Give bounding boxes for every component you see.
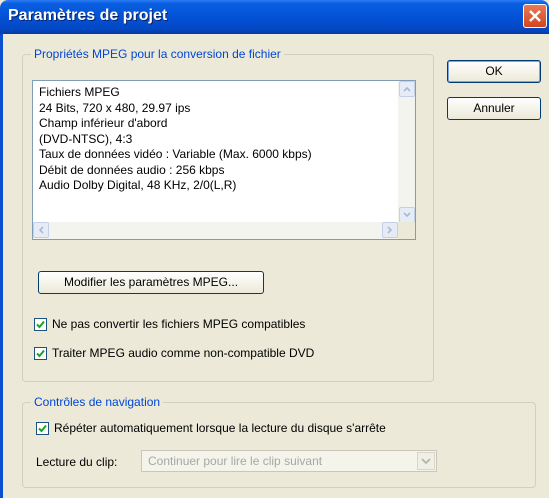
horizontal-scrollbar[interactable] (33, 222, 398, 239)
navigation-group-legend: Contrôles de navigation (31, 395, 164, 409)
ok-button[interactable]: OK (447, 60, 541, 83)
clip-playback-value: Continuer pour lire le clip suivant (148, 454, 323, 468)
mpeg-group-legend: Propriétés MPEG pour la conversion de fi… (31, 47, 284, 61)
modify-mpeg-button[interactable]: Modifier les paramètres MPEG... (38, 271, 264, 294)
mpeg-info-line: Fichiers MPEG (39, 85, 120, 99)
checkmark-icon (38, 424, 47, 433)
scroll-left-button[interactable] (33, 222, 49, 238)
mpeg-info-line: (DVD-NTSC), 4:3 (39, 131, 133, 146)
close-button[interactable] (523, 4, 547, 28)
chevron-left-icon (38, 226, 44, 234)
checkmark-icon (36, 349, 45, 358)
no-convert-label[interactable]: Ne pas convertir les fichiers MPEG compa… (52, 317, 305, 331)
repeat-checkbox[interactable] (36, 422, 49, 435)
repeat-label[interactable]: Répéter automatiquement lorsque la lectu… (54, 421, 386, 435)
mpeg-info-listbox[interactable]: Fichiers MPEG 24 Bits, 720 x 480, 29.97 i… (32, 80, 416, 240)
mpeg-info-line: Débit de données audio : 256 kbps (39, 162, 225, 177)
no-convert-checkbox[interactable] (34, 318, 47, 331)
chevron-up-icon (403, 86, 411, 92)
dropdown-button[interactable] (417, 452, 435, 470)
mpeg-info-line: Taux de données vidéo : Variable (Max. 6… (39, 147, 312, 161)
scrollbar-corner (398, 222, 415, 239)
window-title: Paramètres de projet (8, 7, 168, 24)
audio-incompatible-checkbox[interactable] (34, 347, 47, 360)
vertical-scrollbar[interactable] (398, 81, 415, 223)
clip-playback-select[interactable]: Continuer pour lire le clip suivant (141, 450, 437, 472)
scroll-up-button[interactable] (399, 81, 415, 97)
checkmark-icon (36, 320, 45, 329)
mpeg-info-line: 24 Bits, 720 x 480, 29.97 ips (39, 100, 191, 115)
title-bar[interactable]: Paramètres de projet (0, 0, 549, 34)
chevron-down-icon (421, 458, 431, 465)
mpeg-info-line: Audio Dolby Digital, 48 KHz, 2/0(L,R) (39, 178, 237, 192)
clip-playback-label: Lecture du clip: (36, 455, 118, 469)
navigation-group: Contrôles de navigation (22, 395, 536, 488)
mpeg-info-lines: Fichiers MPEG 24 Bits, 720 x 480, 29.97 i… (39, 85, 312, 194)
chevron-right-icon (387, 226, 393, 234)
audio-incompatible-label[interactable]: Traiter MPEG audio comme non-compatible … (52, 346, 314, 360)
mpeg-info-line: Champ inférieur d'abord (39, 116, 168, 130)
close-icon (529, 10, 541, 22)
scroll-down-button[interactable] (399, 207, 415, 223)
cancel-button[interactable]: Annuler (447, 97, 541, 120)
chevron-down-icon (403, 212, 411, 218)
scroll-right-button[interactable] (382, 222, 398, 238)
